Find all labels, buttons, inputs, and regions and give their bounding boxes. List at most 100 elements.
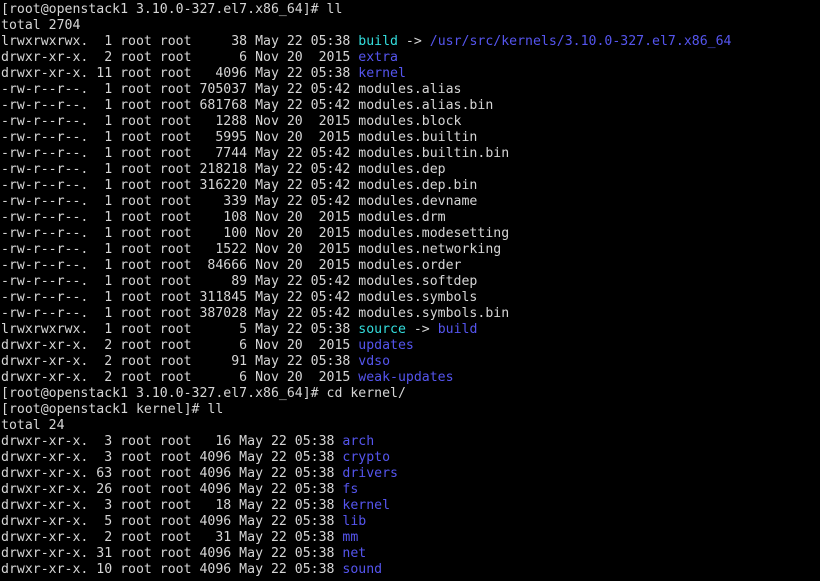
terminal-output[interactable]: [root@openstack1 3.10.0-327.el7.x86_64]#…: [0, 0, 820, 581]
listing-row-metadata: drwxr-xr-x. 5 root root 4096 May 22 05:3…: [1, 514, 343, 529]
shell-prompt: [root@openstack1 kernel]#: [1, 402, 200, 417]
total-text: total 2704: [1, 18, 81, 33]
listing-row: drwxr-xr-x. 3 root root 18 May 22 05:38 …: [1, 498, 820, 514]
listing-row-name: kernel: [342, 498, 391, 513]
listing-row-name: modules.symbols: [358, 290, 478, 305]
listing-row-name: weak-updates: [358, 370, 454, 385]
listing-row: drwxr-xr-x. 2 root root 91 May 22 05:38 …: [1, 354, 820, 370]
symlink-target: build: [437, 322, 478, 337]
shell-command: cd kernel/: [318, 386, 406, 401]
listing-row: drwxr-xr-x. 10 root root 4096 May 22 05:…: [1, 562, 820, 578]
listing-row: -rw-r--r--. 1 root root 108 Nov 20 2015 …: [1, 210, 820, 226]
listing-row-metadata: -rw-r--r--. 1 root root 705037 May 22 05…: [1, 82, 359, 97]
listing-row-metadata: drwxr-xr-x. 10 root root 4096 May 22 05:…: [1, 562, 343, 577]
listing-row: -rw-r--r--. 1 root root 311845 May 22 05…: [1, 290, 820, 306]
listing-row: lrwxrwxrwx. 1 root root 5 May 22 05:38 s…: [1, 322, 820, 338]
listing-row-metadata: -rw-r--r--. 1 root root 218218 May 22 05…: [1, 162, 359, 177]
listing-row-name: kernel: [358, 66, 406, 81]
listing-row: drwxr-xr-x. 2 root root 31 May 22 05:38 …: [1, 530, 820, 546]
listing-row-name: crypto: [342, 450, 391, 465]
listing-row-metadata: -rw-r--r--. 1 root root 387028 May 22 05…: [1, 306, 359, 321]
listing-row-metadata: drwxr-xr-x. 2 root root 6 Nov 20 2015: [1, 370, 359, 385]
listing-row-name: modules.order: [358, 258, 462, 273]
listing-row-metadata: drwxr-xr-x. 26 root root 4096 May 22 05:…: [1, 482, 343, 497]
listing-row: drwxr-xr-x. 26 root root 4096 May 22 05:…: [1, 482, 820, 498]
terminal-prompt-line: [root@openstack1 3.10.0-327.el7.x86_64]#…: [1, 386, 820, 402]
listing-row-name: modules.drm: [358, 210, 446, 225]
shell-command: ll: [318, 2, 343, 17]
symlink-arrow: ->: [397, 34, 430, 49]
listing-row: drwxr-xr-x. 2 root root 6 Nov 20 2015 we…: [1, 370, 820, 386]
listing-row-metadata: -rw-r--r--. 1 root root 100 Nov 20 2015: [1, 226, 359, 241]
listing-row: drwxr-xr-x. 63 root root 4096 May 22 05:…: [1, 466, 820, 482]
listing-row-metadata: drwxr-xr-x. 3 root root 18 May 22 05:38: [1, 498, 343, 513]
listing-row-metadata: drwxr-xr-x. 31 root root 4096 May 22 05:…: [1, 546, 343, 561]
listing-row-metadata: lrwxrwxrwx. 1 root root 38 May 22 05:38: [1, 34, 359, 49]
listing-row-name: modules.block: [358, 114, 462, 129]
terminal-prompt-line: [root@openstack1 kernel]# ll: [1, 402, 820, 418]
terminal-prompt-line: [root@openstack1 3.10.0-327.el7.x86_64]#…: [1, 2, 820, 18]
listing-row-name: modules.softdep: [358, 274, 478, 289]
listing-row-name: modules.symbols.bin: [358, 306, 510, 321]
listing-row: drwxr-xr-x. 2 root root 6 Nov 20 2015 ex…: [1, 50, 820, 66]
listing-row-metadata: -rw-r--r--. 1 root root 339 May 22 05:42: [1, 194, 359, 209]
listing-row: drwxr-xr-x. 3 root root 16 May 22 05:38 …: [1, 434, 820, 450]
listing-row: drwxr-xr-x. 5 root root 4096 May 22 05:3…: [1, 514, 820, 530]
shell-command: ll: [199, 402, 224, 417]
listing-row: -rw-r--r--. 1 root root 100 Nov 20 2015 …: [1, 226, 820, 242]
listing-row-metadata: drwxr-xr-x. 11 root root 4096 May 22 05:…: [1, 66, 359, 81]
listing-row: -rw-r--r--. 1 root root 89 May 22 05:42 …: [1, 274, 820, 290]
listing-row-metadata: drwxr-xr-x. 2 root root 91 May 22 05:38: [1, 354, 359, 369]
listing-row-name: updates: [358, 338, 414, 353]
listing-row-name: modules.dep: [358, 162, 446, 177]
listing-row-name: modules.modesetting: [358, 226, 510, 241]
listing-row-name: lib: [342, 514, 367, 529]
listing-row: -rw-r--r--. 1 root root 705037 May 22 05…: [1, 82, 820, 98]
listing-row-name: modules.builtin: [358, 130, 478, 145]
listing-row: drwxr-xr-x. 11 root root 4096 May 22 05:…: [1, 66, 820, 82]
listing-row-metadata: drwxr-xr-x. 2 root root 6 Nov 20 2015: [1, 50, 359, 65]
listing-row-metadata: -rw-r--r--. 1 root root 7744 May 22 05:4…: [1, 146, 359, 161]
listing-row: -rw-r--r--. 1 root root 387028 May 22 05…: [1, 306, 820, 322]
listing-row-name: net: [342, 546, 367, 561]
listing-row: -rw-r--r--. 1 root root 5995 Nov 20 2015…: [1, 130, 820, 146]
listing-row-metadata: -rw-r--r--. 1 root root 681768 May 22 05…: [1, 98, 359, 113]
listing-row: drwxr-xr-x. 31 root root 4096 May 22 05:…: [1, 546, 820, 562]
symlink-target: /usr/src/kernels/3.10.0-327.el7.x86_64: [429, 34, 732, 49]
listing-row-name: source: [358, 322, 406, 337]
listing-row-metadata: drwxr-xr-x. 2 root root 31 May 22 05:38: [1, 530, 343, 545]
symlink-arrow: ->: [405, 322, 438, 337]
listing-row-name: mm: [342, 530, 359, 545]
listing-row-name: fs: [342, 482, 359, 497]
listing-total-line: total 2704: [1, 18, 820, 34]
listing-row: drwxr-xr-x. 3 root root 4096 May 22 05:3…: [1, 450, 820, 466]
listing-row-metadata: drwxr-xr-x. 63 root root 4096 May 22 05:…: [1, 466, 343, 481]
listing-row-name: modules.networking: [358, 242, 502, 257]
listing-row-name: build: [358, 34, 398, 49]
listing-row-metadata: drwxr-xr-x. 3 root root 4096 May 22 05:3…: [1, 450, 343, 465]
listing-row-name: extra: [358, 50, 398, 65]
listing-row: -rw-r--r--. 1 root root 1522 Nov 20 2015…: [1, 242, 820, 258]
listing-row-metadata: -rw-r--r--. 1 root root 1522 Nov 20 2015: [1, 242, 359, 257]
listing-row-metadata: -rw-r--r--. 1 root root 1288 Nov 20 2015: [1, 114, 359, 129]
listing-row-metadata: drwxr-xr-x. 2 root root 6 Nov 20 2015: [1, 338, 359, 353]
listing-row: -rw-r--r--. 1 root root 7744 May 22 05:4…: [1, 146, 820, 162]
shell-prompt: [root@openstack1 3.10.0-327.el7.x86_64]#: [1, 386, 319, 401]
listing-row-name: modules.builtin.bin: [358, 146, 510, 161]
listing-row: -rw-r--r--. 1 root root 218218 May 22 05…: [1, 162, 820, 178]
listing-row-name: arch: [342, 434, 375, 449]
listing-row-name: modules.alias: [358, 82, 462, 97]
listing-row: -rw-r--r--. 1 root root 84666 Nov 20 201…: [1, 258, 820, 274]
listing-row-name: modules.devname: [358, 194, 478, 209]
shell-prompt: [root@openstack1 3.10.0-327.el7.x86_64]#: [1, 2, 319, 17]
listing-row: -rw-r--r--. 1 root root 1288 Nov 20 2015…: [1, 114, 820, 130]
listing-row-metadata: -rw-r--r--. 1 root root 5995 Nov 20 2015: [1, 130, 359, 145]
listing-row-metadata: -rw-r--r--. 1 root root 316220 May 22 05…: [1, 178, 359, 193]
listing-row-name: sound: [342, 562, 383, 577]
listing-row-name: drivers: [342, 466, 398, 481]
listing-row-metadata: -rw-r--r--. 1 root root 108 Nov 20 2015: [1, 210, 359, 225]
listing-row: -rw-r--r--. 1 root root 681768 May 22 05…: [1, 98, 820, 114]
listing-row: drwxr-xr-x. 2 root root 6 Nov 20 2015 up…: [1, 338, 820, 354]
listing-row-metadata: -rw-r--r--. 1 root root 311845 May 22 05…: [1, 290, 359, 305]
total-text: total 24: [1, 418, 65, 433]
